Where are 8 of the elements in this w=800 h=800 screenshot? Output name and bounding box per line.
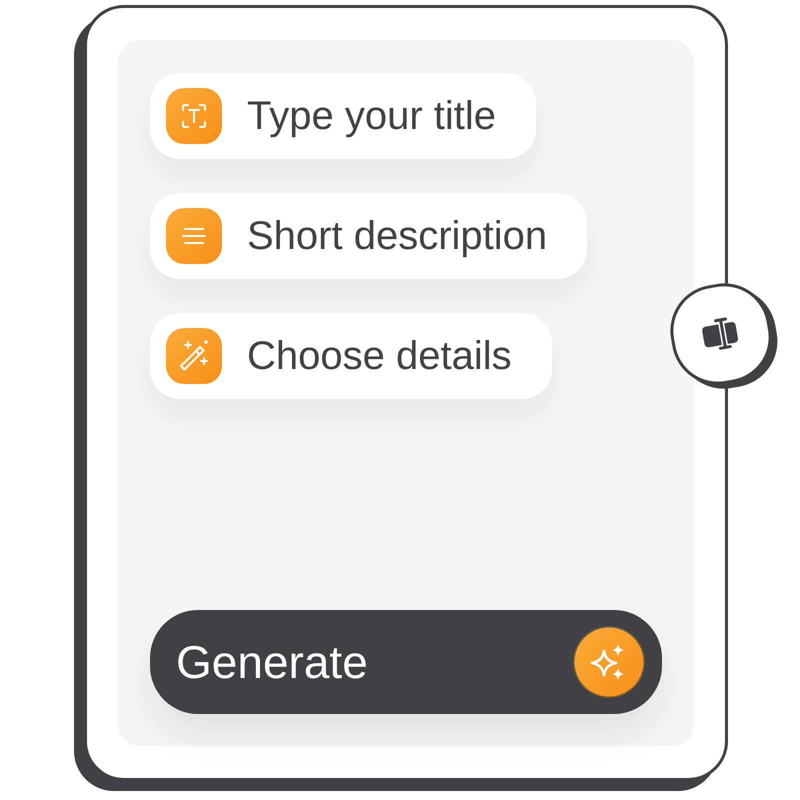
description-field[interactable]: Short description (150, 193, 588, 279)
magic-wand-icon (166, 328, 222, 384)
text-lines-icon (166, 208, 222, 264)
title-field[interactable]: Type your title (150, 73, 536, 159)
generate-button[interactable]: Generate (150, 610, 662, 714)
text-frame-icon (166, 88, 222, 144)
details-field[interactable]: Choose details (150, 313, 552, 399)
sparkles-icon (572, 625, 646, 699)
